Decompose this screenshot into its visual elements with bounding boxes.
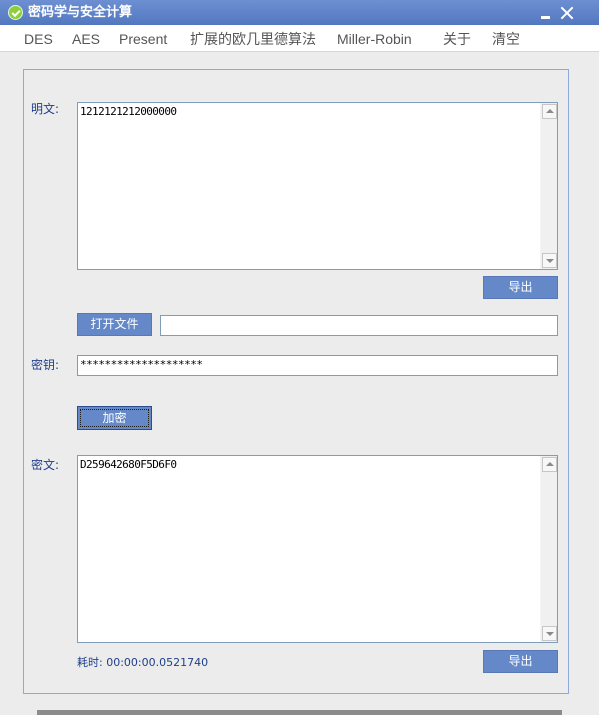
elapsed-time: 耗时: 00:00:00.0521740 [77,656,209,669]
menu-item-about[interactable]: 关于 [443,30,471,48]
file-path-input[interactable] [160,315,558,336]
plaintext-scrollbar[interactable] [540,103,557,269]
export-plaintext-button[interactable]: 导出 [483,276,558,299]
plaintext-textarea[interactable]: 1212121212000000 [77,102,558,270]
export-plaintext-label: 导出 [508,280,533,294]
menu-item-miller-robin[interactable]: Miller-Robin [337,30,412,48]
ciphertext-value: D259642680F5D6F0 [80,458,177,471]
open-file-label: 打开文件 [90,317,139,331]
encrypt-label: 加密 [102,411,127,425]
plaintext-label: 明文: [31,102,60,116]
menu-bar: DES AES Present 扩展的欧几里德算法 Miller-Robin 关… [0,25,599,52]
check-circle-icon [8,5,23,20]
export-ciphertext-label: 导出 [508,654,533,668]
horizontal-scrollbar[interactable] [37,710,562,715]
scroll-down-icon[interactable] [542,626,557,641]
menu-item-aes[interactable]: AES [72,30,100,48]
key-label: 密钥: [31,358,60,372]
open-file-button[interactable]: 打开文件 [77,313,152,336]
menu-item-extended-euclid[interactable]: 扩展的欧几里德算法 [190,30,316,48]
ciphertext-label: 密文: [31,458,60,472]
window-title: 密码学与安全计算 [28,5,133,20]
export-ciphertext-button[interactable]: 导出 [483,650,558,673]
key-input[interactable]: ******************** [77,355,558,376]
key-value: ******************** [80,358,203,371]
menu-item-des[interactable]: DES [24,30,53,48]
plaintext-value: 1212121212000000 [80,105,177,118]
menu-item-clear[interactable]: 清空 [492,30,520,48]
scroll-down-icon[interactable] [542,253,557,268]
close-button[interactable] [558,4,576,22]
ciphertext-scrollbar[interactable] [540,456,557,642]
encrypt-button[interactable]: 加密 [77,406,152,430]
scroll-up-icon[interactable] [542,457,557,472]
menu-item-present[interactable]: Present [119,30,167,48]
ciphertext-textarea[interactable]: D259642680F5D6F0 [77,455,558,643]
minimize-button[interactable] [537,4,555,22]
title-bar: 密码学与安全计算 [0,0,599,25]
scroll-up-icon[interactable] [542,104,557,119]
